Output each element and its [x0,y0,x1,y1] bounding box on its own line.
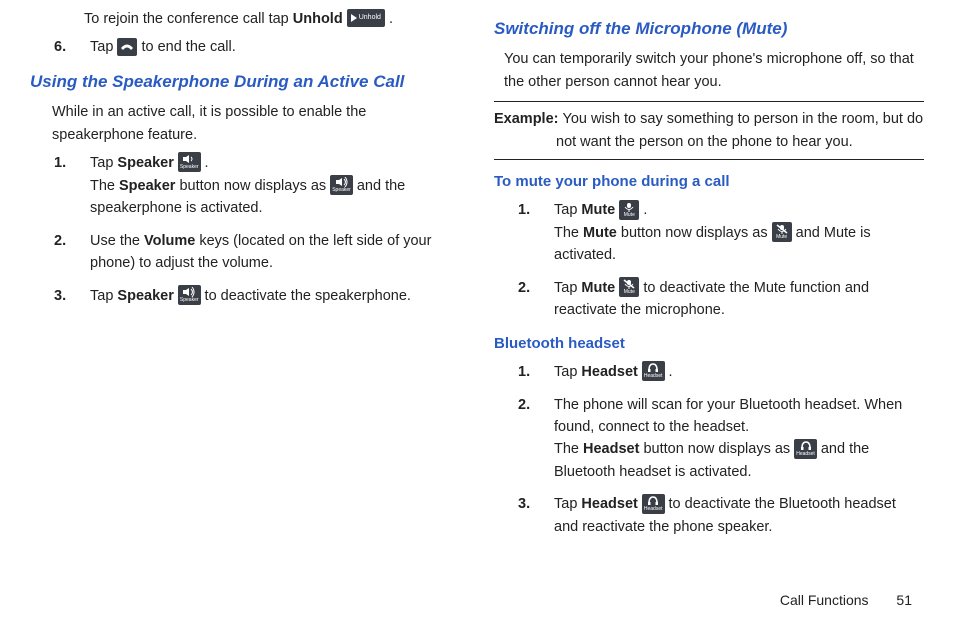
sp-step-1: 1. Tap Speaker Speaker . The Speaker but… [72,152,460,219]
step-number: 2. [54,230,66,252]
speakerphone-intro: While in an active call, it is possible … [52,101,460,146]
conf-steps-continued: 6. Tap to end the call. [30,36,460,58]
heading-mute-during-call: To mute your phone during a call [494,170,924,193]
right-column: Switching off the Microphone (Mute) You … [494,6,924,610]
text: Tap [554,496,581,512]
text: Tap [554,202,581,218]
text: Tap [90,155,117,171]
page: To rejoin the conference call tap Unhold… [0,0,954,620]
icon-label: Mute [624,290,635,295]
rejoin-line: To rejoin the conference call tap Unhold… [84,8,460,30]
b-step-1: 1. Tap Headset Headset . [536,361,924,383]
headset-on-icon: Headset [794,439,817,459]
mute-bold: Mute [583,225,617,241]
sp-step-2: 2. Use the Volume keys (located on the l… [72,230,460,275]
text: . [639,202,647,218]
volume-bold: Volume [144,233,195,249]
icon-label: Headset [644,374,663,379]
unhold-icon-label: Unhold [359,13,381,24]
headset-off-icon: Headset [642,361,665,381]
m-step-2: 2. Tap Mute Mute to deactivate the Mute … [536,277,924,322]
icon-label: Headset [796,452,815,457]
example-body: Example: You wish to say something to pe… [494,108,924,153]
mute-on-icon: Mute [619,277,639,297]
mute-intro: You can temporarily switch your phone's … [504,48,924,93]
icon-label: Speaker [180,165,199,170]
text: to deactivate the speakerphone. [205,288,411,304]
headset-on-icon: Headset [642,494,665,514]
text: . [201,155,209,171]
step-number: 1. [518,361,530,383]
heading-mute: Switching off the Microphone (Mute) [494,16,924,42]
mute-bold: Mute [581,280,615,296]
text: Use the [90,233,144,249]
text: Tap [554,280,581,296]
text: . [385,11,393,27]
icon-label: Mute [776,235,787,240]
text: button now displays as [617,225,772,241]
icon-label: Speaker [180,298,199,303]
text: Tap [90,288,117,304]
unhold-icon: Unhold [347,9,385,27]
icon-label: Headset [644,507,663,512]
mute-steps: 1. Tap Mute Mute . The Mute button now d… [494,199,924,321]
end-call-icon [117,38,137,56]
example-box: Example: You wish to say something to pe… [494,101,924,160]
text: The [90,178,119,194]
text: To rejoin the conference call tap [84,11,293,27]
sp-step-3: 3. Tap Speaker Speaker to deactivate the… [72,285,460,307]
b-step-3: 3. Tap Headset Headset to deactivate the… [536,493,924,538]
left-column: To rejoin the conference call tap Unhold… [30,6,460,610]
speaker-off-icon: Speaker [178,152,201,172]
speaker-on-icon: Speaker [330,175,353,195]
text: The [554,225,583,241]
step-number: 3. [518,493,530,515]
step-number: 1. [54,152,66,174]
text: . [665,364,673,380]
speaker-bold: Speaker [117,288,173,304]
heading-speakerphone: Using the Speakerphone During an Active … [30,69,460,95]
page-number: 51 [896,592,912,608]
step-number: 2. [518,277,530,299]
bt-steps: 1. Tap Headset Headset . 2. The phone wi… [494,361,924,538]
example-text: You wish to say something to person in t… [556,111,923,149]
b-step-2: 2. The phone will scan for your Bluetoot… [536,394,924,484]
text: to end the call. [137,39,235,55]
step-number: 2. [518,394,530,416]
speaker-on-icon: Speaker [178,285,201,305]
mute-off-icon: Mute [619,200,639,220]
text: button now displays as [175,178,330,194]
text: button now displays as [639,441,794,457]
icon-label: Mute [624,213,635,218]
unhold-bold: Unhold [293,11,343,27]
headset-bold: Headset [583,441,639,457]
step-number: 3. [54,285,66,307]
step-number: 6. [54,36,66,58]
footer: Call Functions 51 [780,590,912,612]
text: Tap [90,39,117,55]
mute-bold: Mute [581,202,615,218]
text: The [554,441,583,457]
m-step-1: 1. Tap Mute Mute . The Mute button now d… [536,199,924,266]
speaker-steps: 1. Tap Speaker Speaker . The Speaker but… [30,152,460,307]
example-label: Example: [494,111,563,127]
mute-on-icon: Mute [772,222,792,242]
headset-bold: Headset [581,364,637,380]
speaker-bold: Speaker [117,155,173,171]
heading-bluetooth: Bluetooth headset [494,332,924,355]
headset-bold: Headset [581,496,637,512]
text: Tap [554,364,581,380]
step-6: 6. Tap to end the call. [72,36,460,58]
speaker-bold: Speaker [119,178,175,194]
icon-label: Speaker [332,188,351,193]
step-number: 1. [518,199,530,221]
text: The phone will scan for your Bluetooth h… [554,397,902,435]
footer-section: Call Functions [780,592,869,608]
